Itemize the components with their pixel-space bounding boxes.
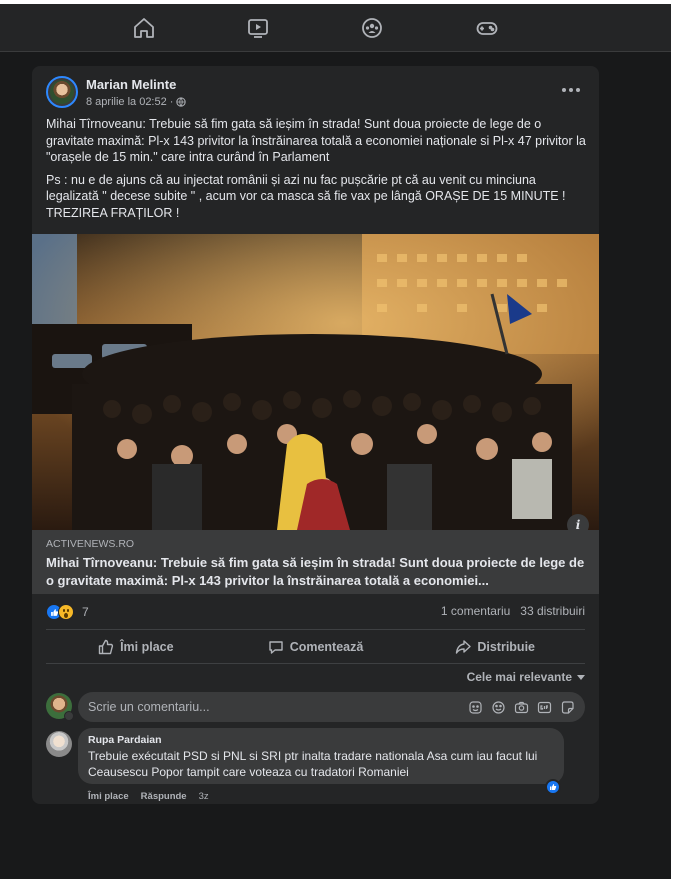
thumbs-up-icon <box>98 639 114 655</box>
link-preview[interactable]: ACTIVENEWS.RO Mihai Tîrnoveanu: Trebuie … <box>32 530 599 594</box>
post-date[interactable]: 8 aprilie la 02:52 <box>86 96 167 108</box>
gif-icon[interactable] <box>537 700 552 715</box>
like-button[interactable]: Îmi place <box>46 631 226 663</box>
wow-reaction-icon <box>58 604 74 620</box>
watch-icon[interactable] <box>246 16 270 40</box>
crowd-photo <box>32 234 599 530</box>
post-actions: Îmi place Comentează Distribuie <box>46 631 585 663</box>
globe-icon <box>176 97 187 107</box>
share-button[interactable]: Distribuie <box>405 631 585 663</box>
gaming-icon[interactable] <box>475 16 499 40</box>
post-text-paragraph: TREZIREA FRAȚILOR ! <box>46 205 180 220</box>
comment-actions: Îmi place Răspunde 3z <box>88 791 209 802</box>
post-card: Marian Melinte 8 aprilie la 02:52 · Miha… <box>32 66 599 804</box>
post-text-paragraph: Ps : nu e de ajuns că au injectat români… <box>46 172 566 204</box>
comment-composer[interactable] <box>78 692 585 722</box>
comment-bubble: Rupa Pardaian Trebuie exécutait PSD si P… <box>78 728 564 784</box>
comment-input[interactable] <box>88 700 468 714</box>
author-name[interactable]: Marian Melinte <box>86 77 176 92</box>
groups-icon[interactable] <box>360 16 384 40</box>
home-icon[interactable] <box>132 16 156 40</box>
reactions-count[interactable]: 7 <box>82 605 89 619</box>
sort-label: Cele mai relevante <box>466 670 572 684</box>
like-reaction-icon[interactable] <box>545 779 561 795</box>
post-text-paragraph: Mihai Tîrnoveanu: Trebuie să fim gata să… <box>46 117 586 164</box>
comment-text: Trebuie exécutait PSD si PNL si SRI ptr … <box>88 749 538 779</box>
link-domain: ACTIVENEWS.RO <box>46 538 135 550</box>
avatar-sticker-icon[interactable] <box>468 700 483 715</box>
link-title[interactable]: Mihai Tîrnoveanu: Trebuie să fim gata să… <box>46 554 585 590</box>
emoji-icon[interactable] <box>491 700 506 715</box>
share-icon <box>456 640 472 654</box>
engagement-counts: 1 comentariu 33 distribuiri <box>441 604 585 618</box>
sticker-icon[interactable] <box>560 700 575 715</box>
author-avatar[interactable] <box>46 76 78 108</box>
post-meta: 8 aprilie la 02:52 · <box>86 96 187 108</box>
top-navigation <box>0 4 671 52</box>
chevron-down-icon[interactable] <box>64 711 74 721</box>
more-options-icon[interactable] <box>557 80 585 100</box>
comment-button[interactable]: Comentează <box>226 631 406 663</box>
commenter-avatar[interactable] <box>46 731 72 757</box>
meta-separator: · <box>169 96 174 108</box>
comment-timestamp[interactable]: 3z <box>199 791 209 802</box>
camera-icon[interactable] <box>514 700 529 715</box>
comment-sort-dropdown[interactable]: Cele mai relevante <box>467 670 585 684</box>
caret-down-icon <box>577 674 585 680</box>
divider <box>46 629 585 630</box>
comment-author[interactable]: Rupa Pardaian <box>88 734 554 746</box>
shares-count[interactable]: 33 distribuiri <box>520 604 585 618</box>
comment-like-button[interactable]: Îmi place <box>88 791 129 802</box>
post-text: Mihai Tîrnoveanu: Trebuie să fim gata să… <box>46 116 586 227</box>
app-window: Marian Melinte 8 aprilie la 02:52 · Miha… <box>0 4 671 879</box>
reactions-summary[interactable]: 7 <box>46 602 89 622</box>
comments-count[interactable]: 1 comentariu <box>441 604 510 618</box>
comment-button-label: Comentează <box>289 640 364 654</box>
like-button-label: Îmi place <box>120 640 174 654</box>
share-button-label: Distribuie <box>477 640 535 654</box>
comment-reply-button[interactable]: Răspunde <box>141 791 187 802</box>
divider <box>46 663 585 664</box>
post-image[interactable] <box>32 234 599 530</box>
comment-icon <box>268 641 283 654</box>
